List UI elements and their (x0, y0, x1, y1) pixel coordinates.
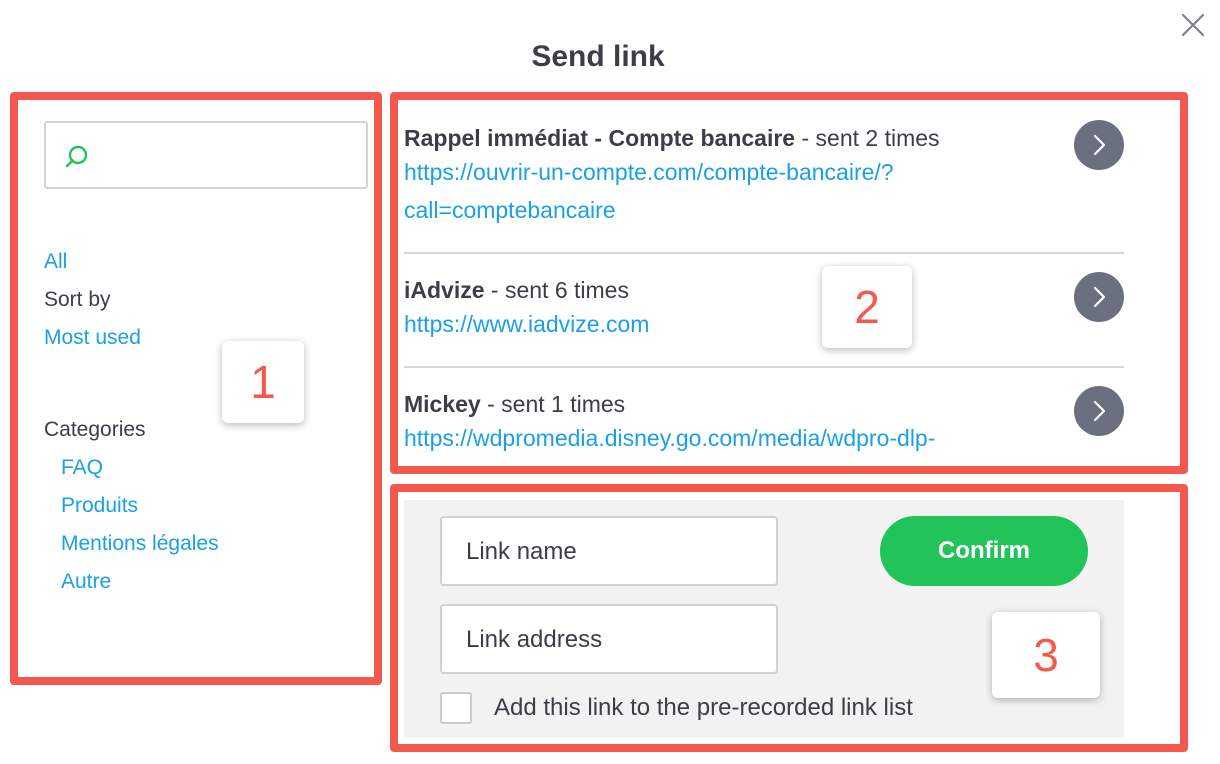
chevron-right-icon (1093, 400, 1106, 422)
prerecorded-checkbox-label[interactable]: Add this link to the pre-recorded link l… (494, 692, 913, 724)
link-url-continued[interactable]: call=comptebancaire (404, 191, 1124, 229)
filter-all[interactable]: All (44, 249, 67, 275)
link-address-field[interactable] (440, 604, 778, 674)
search-icon (65, 145, 88, 168)
send-link-button[interactable] (1074, 272, 1124, 322)
link-url[interactable]: https://wdpromedia.disney.go.com/media/w… (404, 419, 1124, 457)
dialog-title: Send link (531, 40, 665, 73)
link-address-input[interactable] (464, 618, 758, 662)
close-button[interactable] (1176, 8, 1210, 42)
category-item[interactable]: Autre (61, 569, 111, 595)
link-url[interactable]: https://www.iadvize.com (404, 305, 1124, 343)
link-item[interactable]: Rappel immédiat - Compte bancaire - sent… (404, 123, 1124, 229)
prerecorded-checkbox[interactable] (440, 692, 472, 724)
confirm-button[interactable]: Confirm (880, 516, 1088, 586)
sort-by-label: Sort by (44, 288, 111, 311)
sort-most-used[interactable]: Most used (44, 325, 141, 351)
link-name: iAdvize (404, 277, 485, 303)
annotation-badge-1: 1 (222, 341, 304, 423)
close-icon (1181, 13, 1205, 37)
chevron-right-icon (1093, 134, 1106, 156)
list-divider (404, 252, 1124, 254)
category-item[interactable]: Mentions légales (61, 531, 219, 557)
link-name: Rappel immédiat - Compte bancaire (404, 125, 796, 151)
send-link-button[interactable] (1074, 120, 1124, 170)
category-item[interactable]: Produits (61, 493, 138, 519)
link-item[interactable]: Mickey - sent 1 times https://wdpromedia… (404, 389, 1124, 457)
link-name-input[interactable] (464, 530, 758, 574)
link-url[interactable]: https://ouvrir-un-compte.com/compte-banc… (404, 153, 1124, 191)
category-item[interactable]: FAQ (61, 455, 103, 481)
link-item[interactable]: iAdvize - sent 6 times https://www.iadvi… (404, 275, 1124, 343)
chevron-right-icon (1093, 286, 1106, 308)
annotation-badge-3: 3 (992, 612, 1100, 698)
link-name-field[interactable] (440, 516, 778, 586)
send-link-button[interactable] (1074, 386, 1124, 436)
categories-label: Categories (44, 418, 146, 441)
link-name: Mickey (404, 391, 481, 417)
link-sent-count: - sent 2 times (795, 125, 940, 151)
list-divider (404, 366, 1124, 368)
link-sent-count: - sent 1 times (480, 391, 626, 417)
annotation-badge-2: 2 (822, 266, 912, 348)
search-input[interactable] (106, 133, 358, 179)
link-sent-count: - sent 6 times (484, 277, 629, 303)
search-field[interactable] (44, 121, 368, 189)
